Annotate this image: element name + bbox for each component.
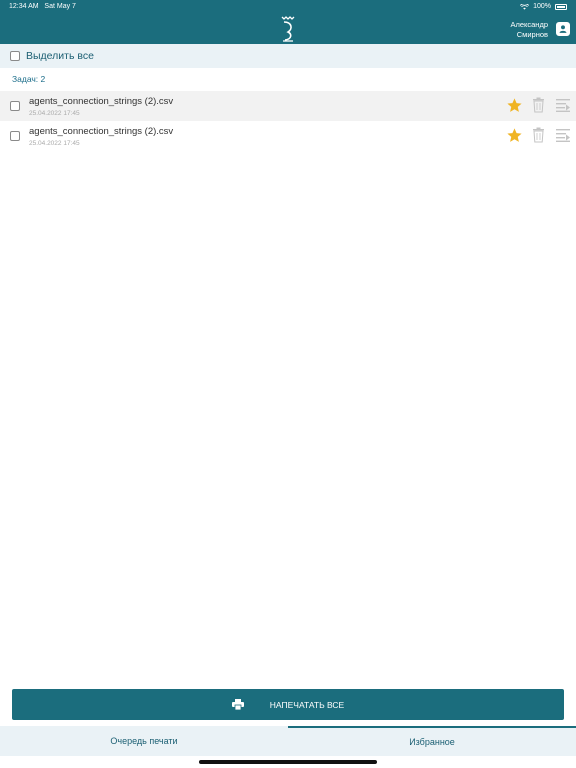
battery-percent: 100% bbox=[533, 3, 551, 10]
home-indicator bbox=[199, 760, 377, 764]
battery-icon bbox=[555, 3, 567, 10]
file-checkbox[interactable] bbox=[10, 131, 20, 141]
app-logo-icon bbox=[281, 16, 295, 42]
user-last-name: Смирнов bbox=[516, 30, 548, 39]
trash-icon[interactable] bbox=[532, 97, 545, 113]
printer-icon bbox=[231, 699, 244, 710]
favorite-star-icon[interactable] bbox=[506, 97, 523, 114]
reorder-icon[interactable] bbox=[556, 128, 570, 142]
status-time: 12:34 AM Sat May 7 bbox=[9, 3, 76, 10]
wifi-icon bbox=[520, 3, 530, 10]
file-checkbox[interactable] bbox=[10, 101, 20, 111]
status-clock: 12:34 AM bbox=[9, 3, 39, 10]
tab-bar: Очередь печати Избранное bbox=[0, 726, 576, 756]
user-profile-icon[interactable] bbox=[556, 22, 570, 36]
status-bar: 12:34 AM Sat May 7 100% bbox=[0, 0, 576, 14]
favorite-star-icon[interactable] bbox=[506, 127, 523, 144]
file-date: 25.04.2022 17:45 bbox=[29, 140, 80, 147]
tab-label: Избранное bbox=[409, 737, 455, 747]
tab-print-queue[interactable]: Очередь печати bbox=[0, 726, 288, 756]
tab-favorites[interactable]: Избранное bbox=[288, 726, 576, 756]
app-header: 12:34 AM Sat May 7 100% Александр Смирно… bbox=[0, 0, 576, 44]
print-all-button[interactable]: НАПЕЧАТАТЬ ВСЕ bbox=[12, 689, 564, 720]
task-count: Задач: 2 bbox=[12, 74, 46, 84]
select-all-label: Выделить все bbox=[26, 50, 94, 62]
trash-icon[interactable] bbox=[532, 127, 545, 143]
tab-label: Очередь печати bbox=[110, 736, 178, 746]
file-row[interactable]: agents_connection_strings (2).csv 25.04.… bbox=[0, 91, 576, 121]
user-first-name: Александр bbox=[510, 20, 548, 29]
select-all-row[interactable]: Выделить все bbox=[0, 44, 576, 68]
file-row[interactable]: agents_connection_strings (2).csv 25.04.… bbox=[0, 121, 576, 151]
status-date: Sat May 7 bbox=[44, 3, 76, 10]
select-all-checkbox[interactable] bbox=[10, 51, 20, 61]
reorder-icon[interactable] bbox=[556, 98, 570, 112]
status-indicators: 100% bbox=[520, 3, 567, 10]
file-date: 25.04.2022 17:45 bbox=[29, 110, 80, 117]
print-all-label: НАПЕЧАТАТЬ ВСЕ bbox=[269, 699, 345, 710]
file-name: agents_connection_strings (2).csv bbox=[29, 96, 174, 107]
file-name: agents_connection_strings (2).csv bbox=[29, 126, 174, 137]
user-name[interactable]: Александр Смирнов bbox=[510, 20, 548, 40]
